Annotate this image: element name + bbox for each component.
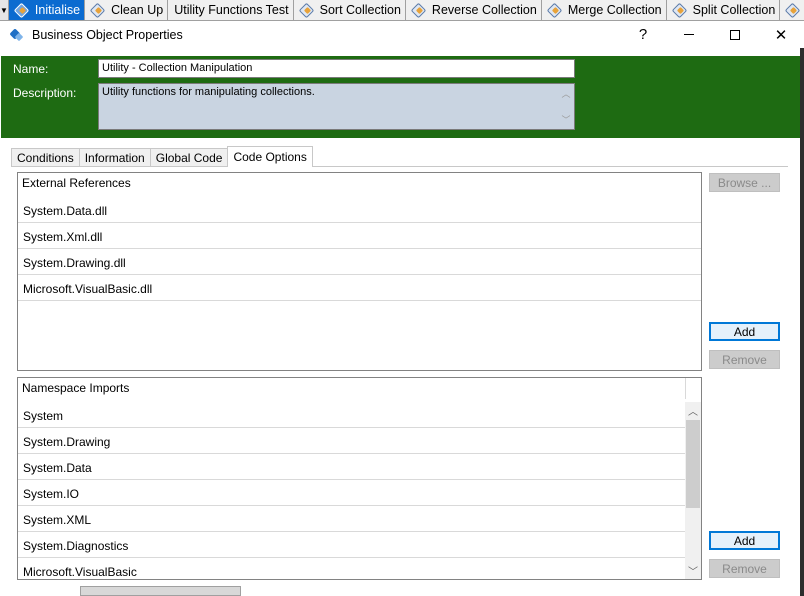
list-item[interactable]: System.IO	[18, 480, 686, 506]
window-edge	[800, 48, 804, 596]
business-object-icon	[10, 28, 24, 42]
doc-tab-label: Sort Collection	[319, 3, 401, 17]
list-item[interactable]: Microsoft.VisualBasic	[18, 558, 686, 579]
close-button[interactable]: ✕	[758, 21, 804, 48]
list-item[interactable]: System.Drawing	[18, 428, 686, 454]
tab-conditions[interactable]: Conditions	[11, 148, 80, 167]
list-item[interactable]: Microsoft.VisualBasic.dll	[18, 275, 701, 301]
scroll-thumb[interactable]	[686, 420, 700, 508]
tab-list-dropdown-icon[interactable]: ▼	[0, 0, 9, 20]
doc-tab-initialise[interactable]: Initialise	[8, 0, 86, 20]
doc-tab-clean-up[interactable]: Clean Up	[85, 0, 169, 20]
list-item[interactable]: System.Diagnostics	[18, 532, 686, 558]
doc-tab-overflow[interactable]	[780, 0, 804, 20]
object-icon	[300, 4, 314, 16]
description-text: Utility functions for manipulating colle…	[102, 86, 315, 98]
list-item[interactable]: System.Data	[18, 454, 686, 480]
add-namespace-button[interactable]: Add	[709, 531, 780, 550]
browse-button[interactable]: Browse ...	[709, 173, 780, 192]
tab-global-code[interactable]: Global Code	[149, 148, 229, 167]
list-header: External References	[22, 176, 131, 190]
maximize-icon	[730, 29, 740, 40]
add-reference-button[interactable]: Add	[709, 322, 780, 341]
maximize-button[interactable]	[712, 21, 758, 48]
title-bar: Business Object Properties ? ✕	[0, 21, 804, 48]
scroll-down-icon[interactable]: ﹀	[685, 562, 701, 579]
tab-code-options[interactable]: Code Options	[227, 146, 313, 167]
object-icon	[15, 4, 29, 16]
doc-tab-label: Merge Collection	[567, 3, 662, 17]
scroll-up-icon[interactable]: ︿	[685, 402, 701, 419]
object-icon	[412, 4, 426, 16]
doc-tab-sort-collection[interactable]: Sort Collection	[293, 0, 406, 20]
properties-header: Name: Utility - Collection Manipulation …	[1, 56, 800, 138]
doc-tab-label: Reverse Collection	[431, 3, 537, 17]
list-header: Namespace Imports	[18, 378, 686, 399]
scroll-down-icon[interactable]: ﹀	[561, 113, 570, 126]
description-field[interactable]: Utility functions for manipulating colle…	[98, 83, 575, 130]
doc-tab-split-collection[interactable]: Split Collection	[666, 0, 781, 20]
property-tabs: Conditions Information Global Code Code …	[11, 146, 313, 167]
remove-namespace-button[interactable]: Remove	[709, 559, 780, 578]
object-icon	[786, 4, 800, 16]
name-field[interactable]: Utility - Collection Manipulation	[98, 59, 575, 78]
list-item[interactable]: System.Data.dll	[18, 197, 701, 223]
object-icon	[548, 4, 562, 16]
document-tab-strip: ▼ Initialise Clean Up Utility Functions …	[0, 0, 804, 21]
scroll-up-icon[interactable]: ︿	[561, 87, 570, 100]
minimize-icon	[684, 34, 694, 35]
language-dropdown[interactable]	[80, 586, 241, 596]
doc-tab-label: Utility Functions Test	[174, 3, 289, 17]
tab-panel-border	[11, 166, 788, 167]
doc-tab-merge-collection[interactable]: Merge Collection	[541, 0, 667, 20]
list-item[interactable]: System.Drawing.dll	[18, 249, 701, 275]
help-button[interactable]: ?	[620, 21, 666, 48]
description-label: Description:	[13, 86, 77, 100]
object-icon	[673, 4, 687, 16]
object-icon	[91, 4, 105, 16]
doc-tab-label: Split Collection	[692, 3, 776, 17]
list-item[interactable]: System.XML	[18, 506, 686, 532]
list-item[interactable]: System.Xml.dll	[18, 223, 701, 249]
doc-tab-label: Initialise	[34, 3, 81, 17]
namespace-imports-list[interactable]: Namespace Imports System System.Drawing …	[17, 377, 702, 580]
minimize-button[interactable]	[666, 21, 712, 48]
doc-tab-label: Clean Up	[111, 3, 164, 17]
description-scrollbar[interactable]: ︿ ﹀	[558, 84, 574, 129]
list-item[interactable]: System	[18, 402, 686, 428]
window-title: Business Object Properties	[32, 27, 183, 42]
tab-information[interactable]: Information	[78, 148, 151, 167]
doc-tab-utility-functions-test[interactable]: Utility Functions Test	[168, 0, 294, 20]
remove-reference-button[interactable]: Remove	[709, 350, 780, 369]
window-controls: ? ✕	[620, 21, 804, 48]
namespace-scrollbar[interactable]: ︿ ﹀	[685, 402, 701, 579]
name-label: Name:	[13, 62, 49, 76]
doc-tab-reverse-collection[interactable]: Reverse Collection	[405, 0, 542, 20]
external-references-list[interactable]: External References System.Data.dll Syst…	[17, 172, 702, 371]
